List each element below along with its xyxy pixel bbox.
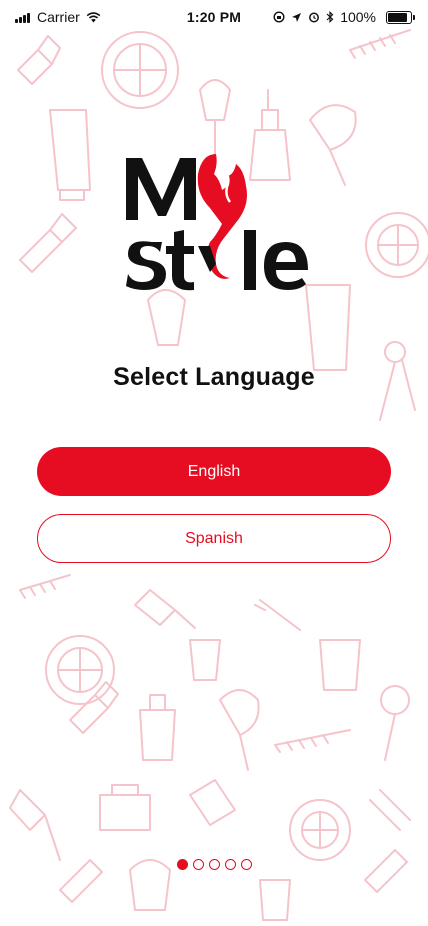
my-style-logo [126, 154, 308, 291]
battery-percent: 100% [340, 9, 376, 25]
status-bar-right: 100% [267, 9, 415, 25]
page-dot[interactable] [176, 859, 188, 870]
status-bar: Carrier 1:20 PM 100% [0, 0, 428, 34]
page-dot[interactable] [192, 859, 204, 870]
page-indicator [0, 859, 428, 870]
alarm-icon [308, 11, 320, 23]
screen-lock-icon [273, 11, 285, 23]
bluetooth-icon [326, 11, 334, 23]
location-arrow-icon [291, 12, 302, 23]
language-selection-screen: Carrier 1:20 PM 100% Select Language Eng… [0, 0, 428, 926]
page-dot[interactable] [240, 859, 252, 870]
page-dot[interactable] [224, 859, 236, 870]
spanish-language-button[interactable]: Spanish [37, 514, 391, 563]
battery-icon [382, 10, 415, 24]
english-language-button[interactable]: English [37, 447, 391, 496]
page-title: Select Language [113, 363, 315, 391]
page-dot[interactable] [208, 859, 220, 870]
